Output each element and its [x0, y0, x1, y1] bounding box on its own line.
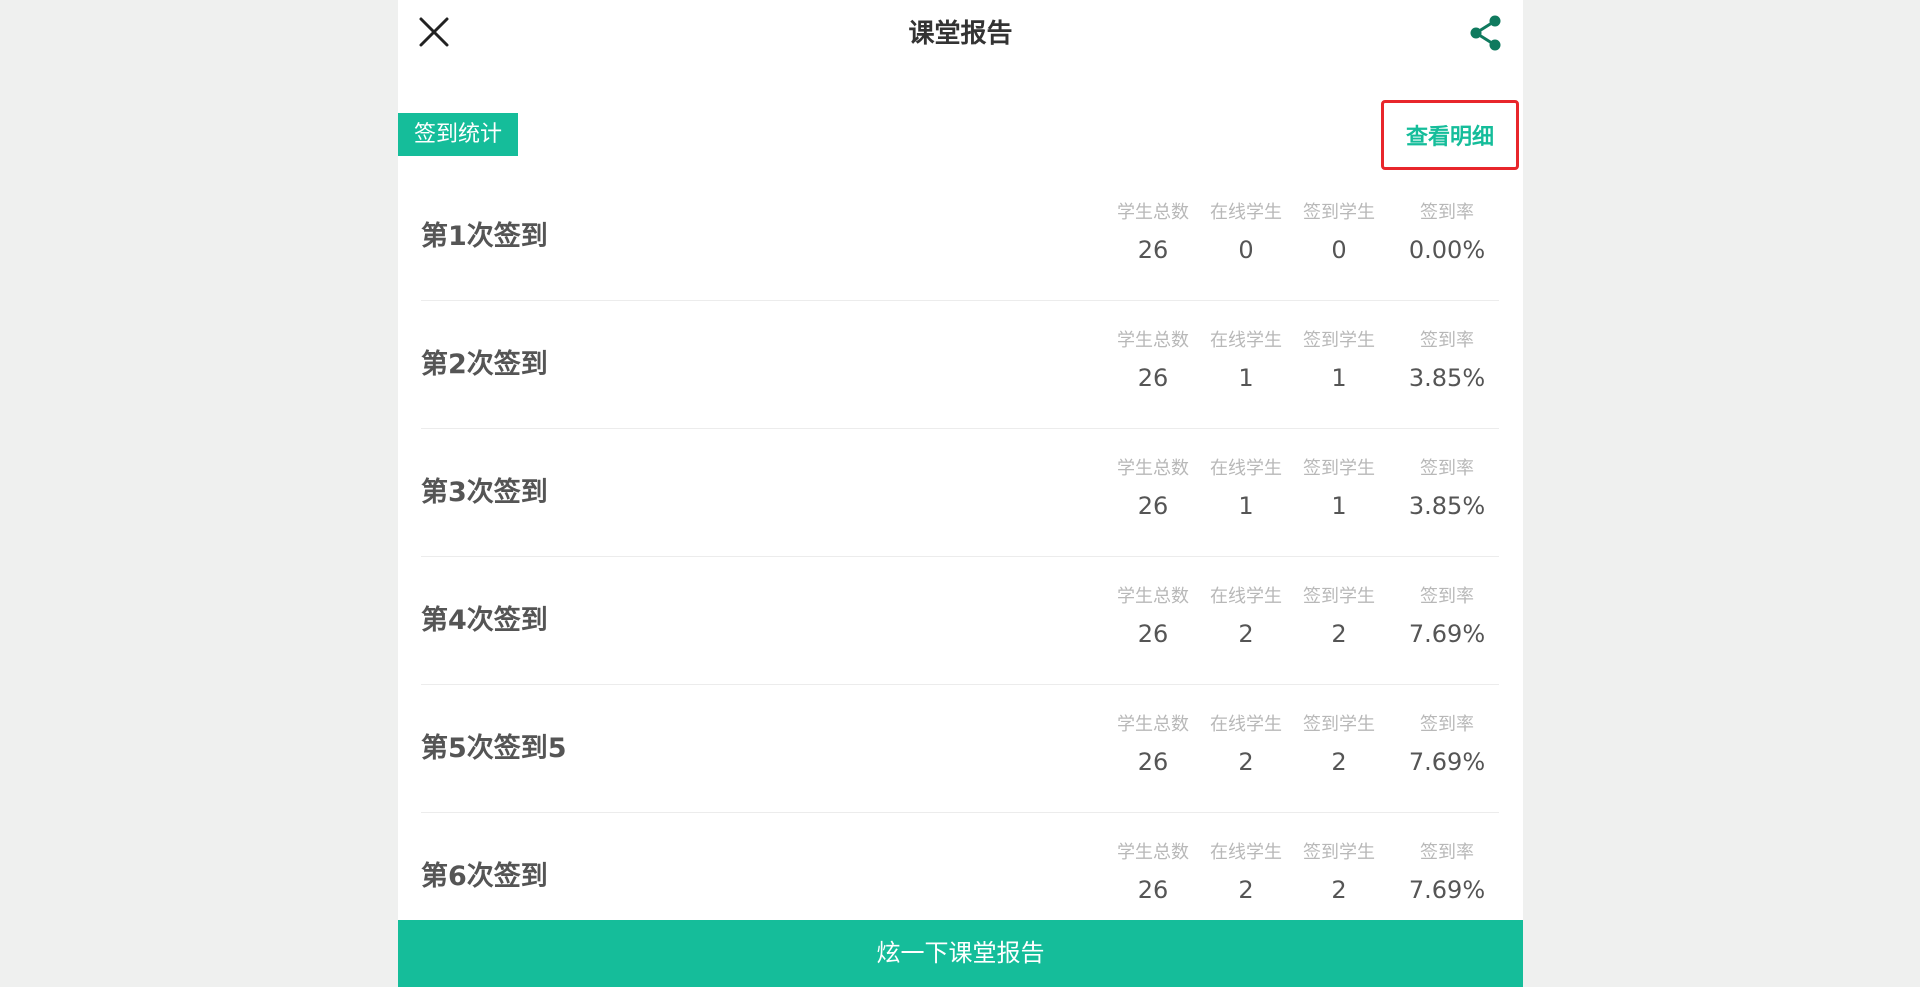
- checkin-title: 第1次签到: [421, 221, 548, 252]
- stat-total-value: 26: [1137, 620, 1169, 648]
- checkin-title: 第6次签到: [421, 861, 548, 892]
- stat-online-label: 在线学生: [1210, 202, 1282, 223]
- stat-total-label: 学生总数: [1117, 714, 1189, 735]
- header-bar: 课堂报告: [398, 0, 1523, 70]
- checkin-title: 第5次签到5: [421, 733, 567, 764]
- stat-rate: 签到率 0.00%: [1387, 201, 1507, 267]
- stat-signed-label: 签到学生: [1303, 842, 1375, 863]
- stat-online-label: 在线学生: [1210, 586, 1282, 607]
- stat-online-value: 0: [1238, 236, 1254, 264]
- stat-online: 在线学生 1: [1201, 457, 1291, 523]
- stat-rate-label: 签到率: [1420, 330, 1474, 351]
- table-row[interactable]: 第2次签到 学生总数 26 在线学生 1 签到学生 1 签到率 3.85%: [421, 301, 1499, 429]
- stat-rate-label: 签到率: [1420, 714, 1474, 735]
- share-report-button[interactable]: 炫一下课堂报告: [398, 920, 1523, 987]
- stat-rate-label: 签到率: [1420, 202, 1474, 223]
- checkin-list: 第1次签到 学生总数 26 在线学生 0 签到学生 0 签到率 0.00% 第2…: [421, 173, 1499, 940]
- stat-rate-value: 0.00%: [1408, 236, 1486, 264]
- stat-signed-label: 签到学生: [1303, 586, 1375, 607]
- stat-total: 学生总数 26: [1108, 201, 1198, 267]
- stat-total: 学生总数 26: [1108, 457, 1198, 523]
- stat-online-value: 2: [1238, 748, 1254, 776]
- share-icon: [1470, 15, 1501, 51]
- stat-signed-value: 1: [1331, 492, 1347, 520]
- stat-online: 在线学生 2: [1201, 585, 1291, 651]
- stat-signed-label: 签到学生: [1303, 458, 1375, 479]
- stat-total-value: 26: [1137, 364, 1169, 392]
- stat-rate-label: 签到率: [1420, 458, 1474, 479]
- share-button[interactable]: [1468, 14, 1504, 52]
- stat-signed: 签到学生 2: [1294, 585, 1384, 651]
- stat-signed-label: 签到学生: [1303, 714, 1375, 735]
- stat-online-label: 在线学生: [1210, 330, 1282, 351]
- report-panel: 课堂报告 签到统计 查看明细 第1次签到 学生总数 26 在线学生 0 签到学生…: [398, 0, 1523, 987]
- stat-online: 在线学生 2: [1201, 841, 1291, 907]
- stat-rate: 签到率 7.69%: [1387, 585, 1507, 651]
- stat-rate-label: 签到率: [1420, 842, 1474, 863]
- checkin-title: 第3次签到: [421, 477, 548, 508]
- stat-online-value: 1: [1238, 364, 1254, 392]
- stat-total-value: 26: [1137, 748, 1169, 776]
- stat-online-label: 在线学生: [1210, 714, 1282, 735]
- view-details-link[interactable]: 查看明细: [1381, 100, 1519, 170]
- stat-total-value: 26: [1137, 492, 1169, 520]
- stat-signed-value: 2: [1331, 620, 1347, 648]
- stat-rate-value: 7.69%: [1408, 748, 1486, 776]
- checkin-title: 第2次签到: [421, 349, 548, 380]
- table-row[interactable]: 第5次签到5 学生总数 26 在线学生 2 签到学生 2 签到率 7.69%: [421, 685, 1499, 813]
- stat-signed-value: 2: [1331, 748, 1347, 776]
- stat-total-label: 学生总数: [1117, 458, 1189, 479]
- stat-signed: 签到学生 0: [1294, 201, 1384, 267]
- stat-online-label: 在线学生: [1210, 842, 1282, 863]
- stat-online-value: 1: [1238, 492, 1254, 520]
- stat-rate: 签到率 3.85%: [1387, 329, 1507, 395]
- stat-total-label: 学生总数: [1117, 330, 1189, 351]
- table-row[interactable]: 第3次签到 学生总数 26 在线学生 1 签到学生 1 签到率 3.85%: [421, 429, 1499, 557]
- stat-total-label: 学生总数: [1117, 202, 1189, 223]
- stat-signed: 签到学生 1: [1294, 329, 1384, 395]
- stat-total-label: 学生总数: [1117, 586, 1189, 607]
- stat-total: 学生总数 26: [1108, 585, 1198, 651]
- stat-rate: 签到率 7.69%: [1387, 713, 1507, 779]
- checkin-title: 第4次签到: [421, 605, 548, 636]
- stat-signed: 签到学生 2: [1294, 841, 1384, 907]
- stat-total: 学生总数 26: [1108, 841, 1198, 907]
- stat-rate-value: 7.69%: [1408, 876, 1486, 904]
- stat-signed-value: 1: [1331, 364, 1347, 392]
- page-title: 课堂报告: [908, 19, 1013, 49]
- stat-signed: 签到学生 1: [1294, 457, 1384, 523]
- stat-signed-value: 2: [1331, 876, 1347, 904]
- stat-total-value: 26: [1137, 876, 1169, 904]
- stat-rate-label: 签到率: [1420, 586, 1474, 607]
- stat-signed: 签到学生 2: [1294, 713, 1384, 779]
- stat-rate: 签到率 3.85%: [1387, 457, 1507, 523]
- stat-online: 在线学生 2: [1201, 713, 1291, 779]
- stat-signed-value: 0: [1331, 236, 1347, 264]
- table-row[interactable]: 第1次签到 学生总数 26 在线学生 0 签到学生 0 签到率 0.00%: [421, 173, 1499, 301]
- stat-online-value: 2: [1238, 620, 1254, 648]
- stat-signed-label: 签到学生: [1303, 330, 1375, 351]
- stat-rate-value: 3.85%: [1408, 492, 1486, 520]
- stat-total: 学生总数 26: [1108, 713, 1198, 779]
- stat-online: 在线学生 1: [1201, 329, 1291, 395]
- stat-online-label: 在线学生: [1210, 458, 1282, 479]
- stat-online-value: 2: [1238, 876, 1254, 904]
- section-tag-checkin-stats: 签到统计: [398, 113, 518, 156]
- stat-online: 在线学生 0: [1201, 201, 1291, 267]
- stat-rate-value: 7.69%: [1408, 620, 1486, 648]
- stat-rate-value: 3.85%: [1408, 364, 1486, 392]
- stat-total-value: 26: [1137, 236, 1169, 264]
- stat-total: 学生总数 26: [1108, 329, 1198, 395]
- stat-rate: 签到率 7.69%: [1387, 841, 1507, 907]
- stat-signed-label: 签到学生: [1303, 202, 1375, 223]
- table-row[interactable]: 第4次签到 学生总数 26 在线学生 2 签到学生 2 签到率 7.69%: [421, 557, 1499, 685]
- view-details-label: 查看明细: [1405, 125, 1494, 150]
- stat-total-label: 学生总数: [1117, 842, 1189, 863]
